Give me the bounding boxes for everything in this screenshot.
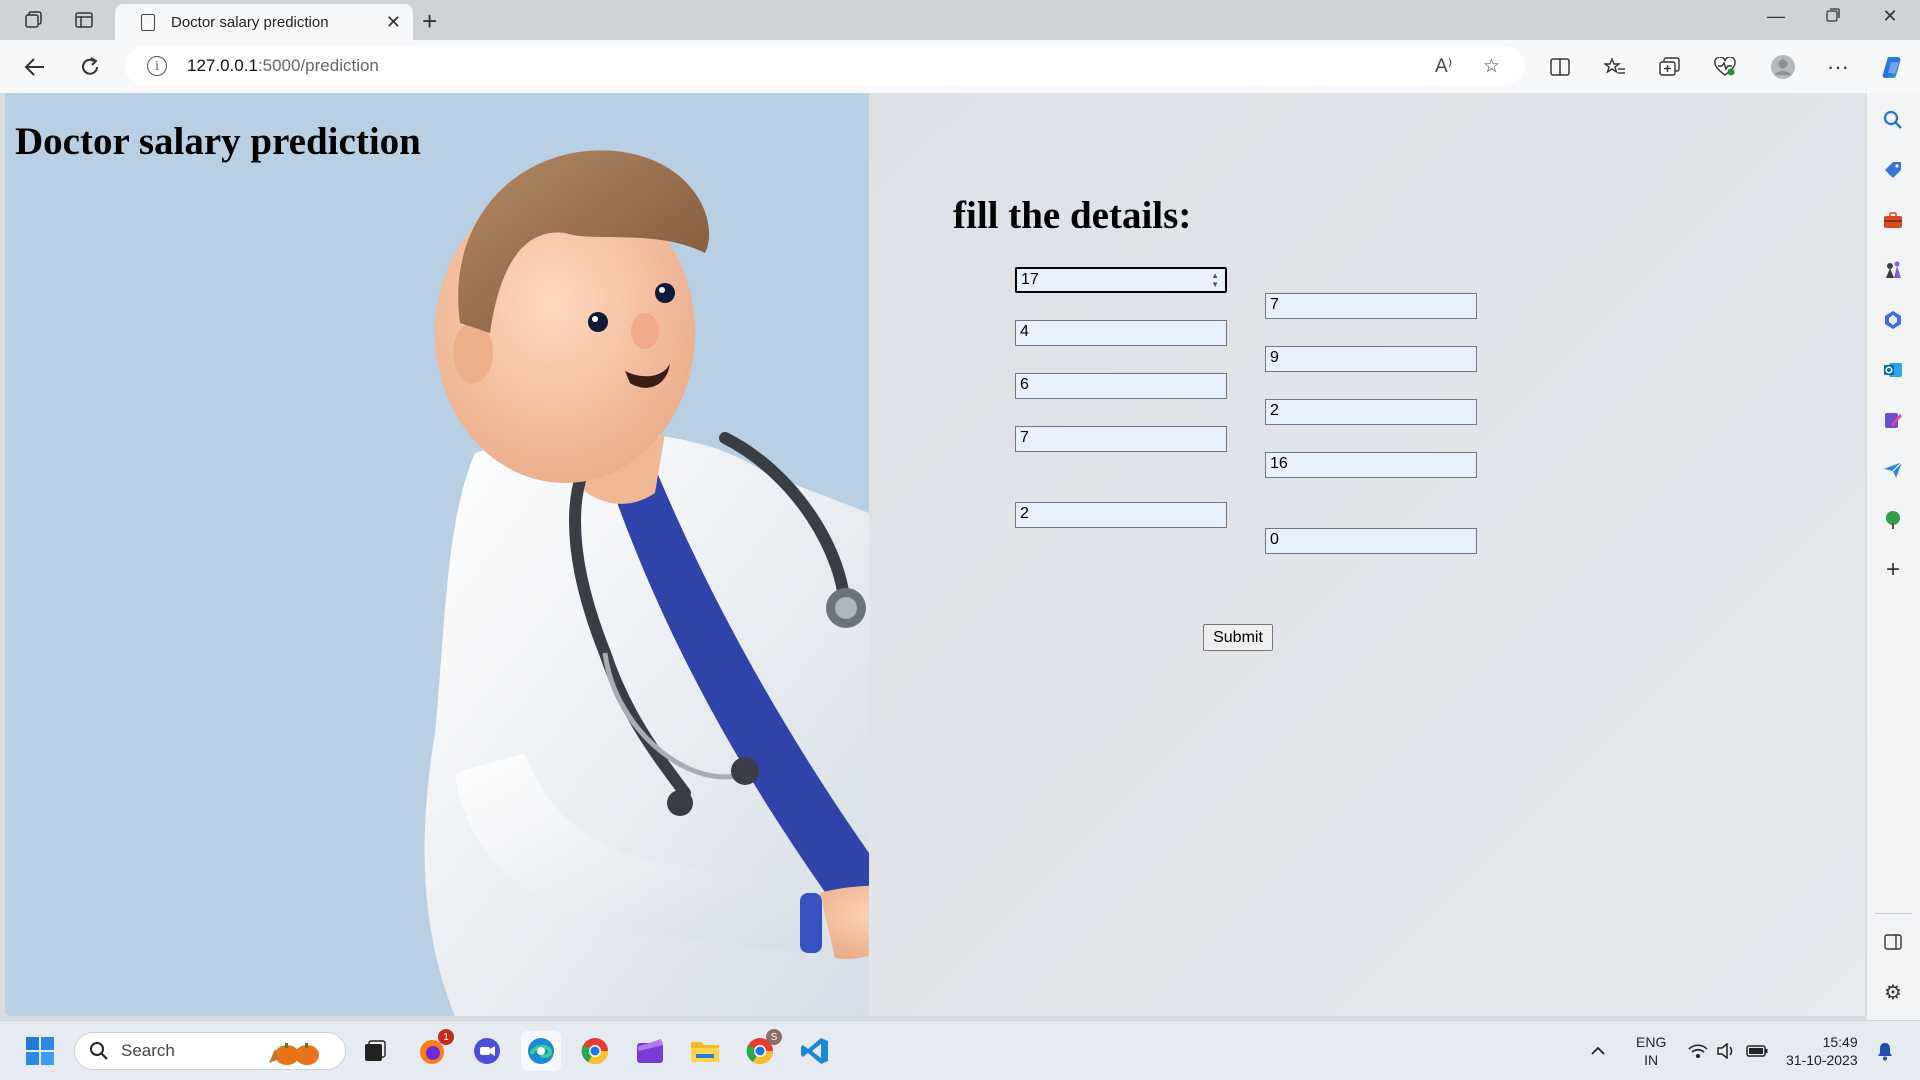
read-aloud-icon[interactable]: A⁾ xyxy=(1435,46,1452,86)
notification-badge: 1 xyxy=(438,1029,454,1045)
tab-actions-icon[interactable] xyxy=(70,8,98,32)
page-icon xyxy=(141,13,155,31)
chrome-profile-icon[interactable]: S xyxy=(740,1029,782,1071)
browser-essentials-icon[interactable] xyxy=(1710,52,1740,82)
input-field-9-value: 2 xyxy=(1020,505,1029,522)
spinner-arrows-icon[interactable]: ▲ ▼ xyxy=(1211,271,1219,289)
language-line2: IN xyxy=(1644,1052,1659,1068)
input-field-5[interactable]: 6 xyxy=(1015,373,1227,399)
favorites-icon[interactable] xyxy=(1600,52,1630,82)
site-info-icon[interactable]: i xyxy=(147,56,167,76)
reload-button[interactable] xyxy=(75,52,105,82)
volume-icon[interactable] xyxy=(1716,1021,1736,1080)
browser-toolbar: i 127.0.0.1 :5000/prediction A⁾ ☆ ··· xyxy=(0,40,1920,93)
input-field-2[interactable]: 7 xyxy=(1265,293,1477,319)
back-button[interactable] xyxy=(20,52,50,82)
wifi-icon[interactable] xyxy=(1688,1021,1708,1080)
close-window-button[interactable]: ✕ xyxy=(1870,6,1910,27)
browser-titlebar: Doctor salary prediction ✕ + — ✕ xyxy=(0,0,1920,40)
collections-icon[interactable] xyxy=(1655,52,1685,82)
url-path: :5000/prediction xyxy=(257,56,379,75)
split-screen-icon[interactable] xyxy=(1545,52,1575,82)
input-field-6[interactable]: 2 xyxy=(1265,399,1477,425)
shopping-tag-icon[interactable] xyxy=(1880,157,1906,183)
doctor-illustration: Doctor salary prediction xyxy=(5,93,869,1016)
address-bar[interactable]: i 127.0.0.1 :5000/prediction A⁾ ☆ xyxy=(125,46,1525,86)
vscode-icon[interactable] xyxy=(795,1031,835,1071)
input-field-1-value: 17 xyxy=(1021,271,1039,288)
input-field-3-value: 4 xyxy=(1020,323,1029,340)
copilot-icon[interactable] xyxy=(1878,52,1908,82)
settings-gear-icon[interactable]: ⚙ xyxy=(1880,979,1906,1005)
search-icon[interactable] xyxy=(1880,107,1906,133)
sidebar-divider xyxy=(1875,913,1912,914)
input-field-3[interactable]: 4 xyxy=(1015,320,1227,346)
more-options-icon[interactable]: ··· xyxy=(1823,52,1853,82)
url-host: 127.0.0.1 xyxy=(187,56,258,75)
edge-browser-icon[interactable] xyxy=(521,1031,561,1071)
input-field-7-value: 7 xyxy=(1020,429,1029,446)
input-field-2-value: 7 xyxy=(1270,296,1279,313)
favorite-star-icon[interactable]: ☆ xyxy=(1483,46,1500,86)
input-field-9[interactable]: 2 xyxy=(1015,502,1227,528)
input-field-4-value: 9 xyxy=(1270,349,1279,366)
tree-icon[interactable] xyxy=(1880,507,1906,533)
edge-sidebar: + ⚙ xyxy=(1867,93,1920,1020)
windows-taskbar: Search 1 S ENG IN 15:49 31-10-2023 xyxy=(0,1020,1920,1080)
tab-title: Doctor salary prediction xyxy=(171,13,329,31)
minimize-button[interactable]: — xyxy=(1756,6,1796,27)
chrome-icon[interactable] xyxy=(575,1031,615,1071)
task-view-icon[interactable] xyxy=(355,1031,395,1071)
language-line1: ENG xyxy=(1636,1034,1667,1050)
show-hidden-icons-chevron[interactable] xyxy=(1590,1021,1606,1080)
windows-start-icon[interactable] xyxy=(20,1031,60,1071)
halloween-pumpkins-icon xyxy=(268,1043,319,1065)
chrome-profile-badge: S xyxy=(766,1029,782,1045)
clock-time: 15:49 xyxy=(1822,1034,1858,1050)
battery-icon[interactable] xyxy=(1746,1021,1768,1080)
designer-icon[interactable] xyxy=(1880,407,1906,433)
page-viewport: Doctor salary prediction fill the detail… xyxy=(5,93,1865,1016)
input-language-indicator[interactable]: ENG IN xyxy=(1636,1021,1666,1080)
outlook-icon[interactable] xyxy=(1880,357,1906,383)
add-sidebar-app-icon[interactable]: + xyxy=(1880,556,1906,583)
tools-icon[interactable] xyxy=(1880,207,1906,233)
page-title: Doctor salary prediction xyxy=(15,120,421,163)
firefox-icon[interactable]: 1 xyxy=(412,1029,454,1071)
search-placeholder: Search xyxy=(121,1041,175,1060)
input-field-8-value: 16 xyxy=(1270,455,1288,472)
restore-button[interactable] xyxy=(1813,6,1853,27)
submit-button[interactable]: Submit xyxy=(1203,624,1273,651)
input-field-5-value: 6 xyxy=(1020,376,1029,393)
clock[interactable]: 15:49 31-10-2023 xyxy=(1786,1021,1858,1080)
input-field-7[interactable]: 7 xyxy=(1015,426,1227,452)
profile-avatar[interactable] xyxy=(1768,52,1798,82)
close-tab-icon[interactable]: ✕ xyxy=(386,12,401,33)
form-heading: fill the details: xyxy=(953,194,1192,237)
search-glass-icon xyxy=(90,1042,108,1060)
tab-doctor-salary[interactable]: Doctor salary prediction ✕ xyxy=(115,4,413,40)
zoom-meetings-icon[interactable] xyxy=(467,1031,507,1071)
new-tab-button[interactable]: + xyxy=(422,6,437,37)
input-field-6-value: 2 xyxy=(1270,402,1279,419)
input-field-10[interactable]: 0 xyxy=(1265,528,1477,554)
microsoft365-icon[interactable] xyxy=(1880,307,1906,333)
input-field-1[interactable]: 17 ▲ ▼ xyxy=(1015,267,1227,293)
taskbar-search[interactable]: Search xyxy=(74,1032,346,1070)
input-field-4[interactable]: 9 xyxy=(1265,346,1477,372)
clock-date: 31-10-2023 xyxy=(1786,1052,1858,1068)
notifications-bell-icon[interactable] xyxy=(1876,1021,1894,1080)
hide-sidebar-icon[interactable] xyxy=(1880,929,1906,955)
input-field-10-value: 0 xyxy=(1270,531,1279,548)
clipchamp-icon[interactable] xyxy=(630,1031,670,1071)
send-icon[interactable] xyxy=(1880,457,1906,483)
input-field-8[interactable]: 16 xyxy=(1265,452,1477,478)
workspaces-icon[interactable] xyxy=(20,8,48,32)
file-explorer-icon[interactable] xyxy=(685,1031,725,1071)
games-icon[interactable] xyxy=(1880,257,1906,283)
